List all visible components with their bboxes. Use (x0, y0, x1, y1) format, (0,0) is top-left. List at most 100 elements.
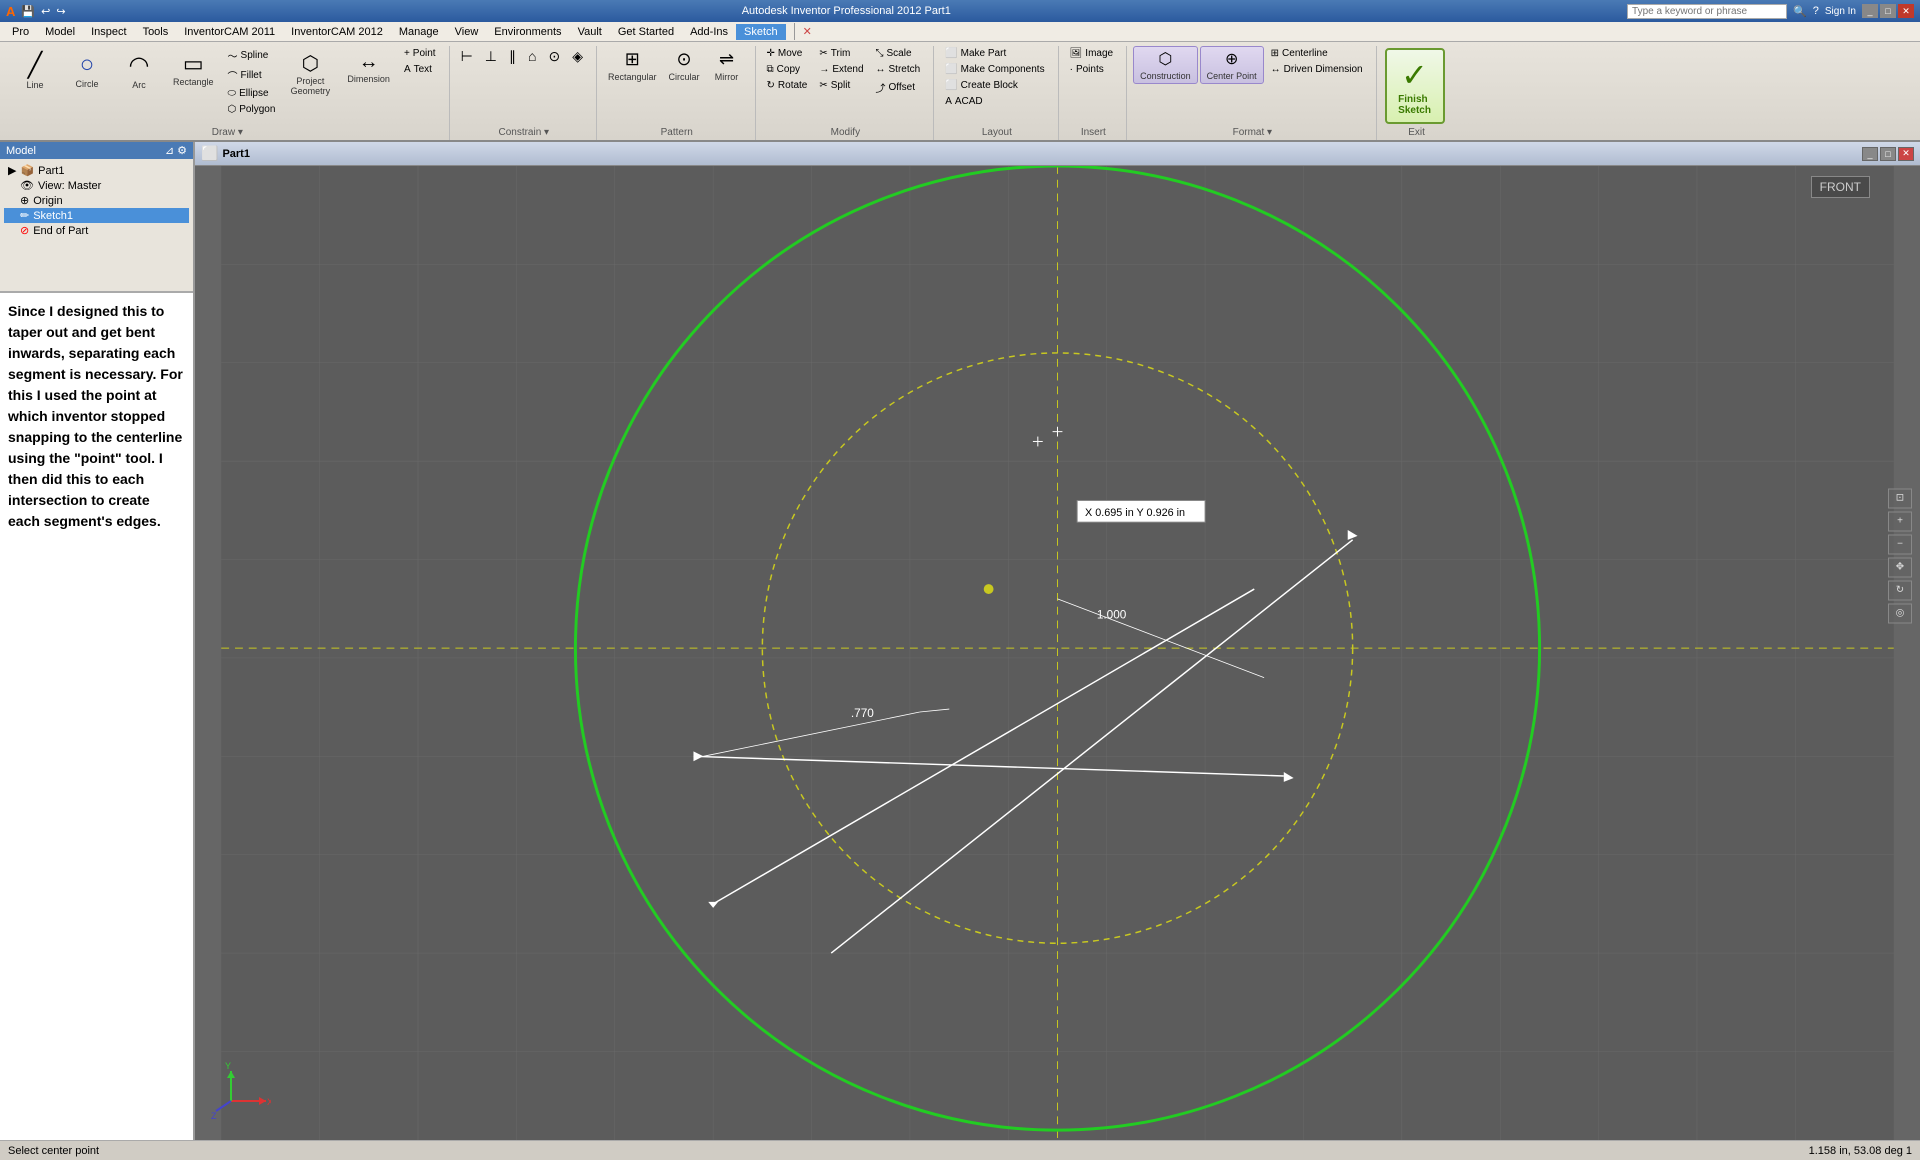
model-filter-icon[interactable]: ⊿ (165, 144, 174, 157)
menu-inventorcam2012[interactable]: InventorCAM 2012 (283, 24, 391, 40)
menu-inventorcam2011[interactable]: InventorCAM 2011 (176, 24, 283, 40)
exit-group-label: Exit (1379, 127, 1455, 138)
make-part-btn[interactable]: ⬜ Make Part (940, 46, 1049, 61)
offset-btn[interactable]: ⤴ Offset (871, 78, 926, 97)
constrain-group-label: Constrain ▾ (452, 127, 596, 138)
menu-get-started[interactable]: Get Started (610, 24, 682, 40)
polygon-label: Polygon (239, 104, 275, 115)
menu-inspect[interactable]: Inspect (83, 24, 134, 40)
extend-btn[interactable]: → Extend (814, 62, 868, 77)
acad-icon: A (945, 96, 952, 107)
menu-tools[interactable]: Tools (135, 24, 177, 40)
maximize-btn[interactable]: □ (1880, 4, 1896, 18)
statusbar: Select center point 1.158 in, 53.08 deg … (0, 1140, 1920, 1160)
menu-sketch[interactable]: Sketch (736, 24, 786, 40)
spline-btn[interactable]: 〜 Spline (223, 46, 281, 65)
polygon-btn[interactable]: ⬡ Polygon (223, 102, 281, 117)
canvas-area[interactable]: X 0.695 in Y 0.926 in .770 1.000 FRONT ⊡… (195, 166, 1920, 1140)
ribbon-group-pattern: ⊞ Rectangular ⊙ Circular ⇌ Mirror Patter… (599, 46, 756, 140)
zoom-out-btn[interactable]: − (1888, 534, 1912, 554)
ribbon-group-modify: ✛ Move ⧉ Copy ↻ Rotate ✂ Trim (758, 46, 935, 140)
circular-btn[interactable]: ⊙ Circular (664, 46, 705, 85)
acad-label: ACAD (955, 96, 983, 107)
create-block-btn[interactable]: ⬜ Create Block (940, 78, 1049, 93)
mirror-btn[interactable]: ⇌ Mirror (707, 46, 747, 85)
help-icon[interactable]: ? (1813, 5, 1819, 17)
make-components-btn[interactable]: ⬜ Make Components (940, 62, 1049, 77)
zoom-extent-btn[interactable]: ⊡ (1888, 488, 1912, 508)
viewport-max-btn[interactable]: □ (1880, 147, 1896, 161)
line-btn[interactable]: ╱ Line (10, 46, 60, 95)
menu-add-ins[interactable]: Add-Ins (682, 24, 736, 40)
scale-btn[interactable]: ⤡ Scale (871, 46, 926, 61)
menu-exit[interactable]: ✕ (794, 23, 820, 40)
rectangle-btn[interactable]: ▭ Rectangle (166, 46, 221, 92)
rotate-btn[interactable]: ↻ Rotate (762, 78, 813, 93)
stretch-btn[interactable]: ↔ Stretch (871, 62, 926, 77)
copy-btn[interactable]: ⧉ Copy (762, 62, 813, 77)
image-btn[interactable]: 🖼 Image (1065, 46, 1119, 61)
signin-btn[interactable]: Sign In (1825, 6, 1856, 17)
ribbon-group-constrain: ⊢ ⊥ ∥ ⌂ ⊙ ◈ Constrain ▾ (452, 46, 597, 140)
tree-item-part1[interactable]: ▶ 📦 Part1 (4, 163, 189, 178)
constrain-btn5[interactable]: ⊙ (543, 46, 565, 67)
model-settings-icon[interactable]: ⚙ (177, 144, 187, 157)
modify-col2: ✂ Trim → Extend ✂ Split (814, 46, 868, 93)
circle-btn[interactable]: ○ Circle (62, 46, 112, 94)
viewport-close-btn[interactable]: ✕ (1898, 147, 1914, 161)
close-btn[interactable]: ✕ (1898, 4, 1914, 18)
tree-item-view-master[interactable]: 👁 View: Master (4, 178, 189, 193)
menu-manage[interactable]: Manage (391, 24, 447, 40)
trim-icon: ✂ (819, 48, 827, 59)
ellipse-btn[interactable]: ⬭ Ellipse (223, 86, 281, 101)
undo-icon[interactable]: ↩ (41, 5, 50, 18)
orbit-btn[interactable]: ↻ (1888, 580, 1912, 600)
copy-icon: ⧉ (767, 64, 774, 75)
menu-view[interactable]: View (447, 24, 487, 40)
menu-vault[interactable]: Vault (570, 24, 610, 40)
search-icon[interactable]: 🔍 (1793, 5, 1807, 18)
dimension-btn[interactable]: ↔ Dimension (340, 46, 397, 89)
menu-pro[interactable]: Pro (4, 24, 37, 40)
project-geometry-btn[interactable]: ⬡ ProjectGeometry (282, 46, 338, 101)
tree-item-sketch1[interactable]: ✏ Sketch1 (4, 208, 189, 223)
points-btn[interactable]: · Points (1065, 62, 1119, 77)
extend-label: Extend (832, 64, 863, 75)
constrain-btn1[interactable]: ⊢ (456, 46, 478, 67)
move-btn[interactable]: ✛ Move (762, 46, 813, 61)
circular-icon: ⊙ (676, 49, 691, 70)
construction-btn[interactable]: ⬡ Construction (1133, 46, 1198, 84)
split-btn[interactable]: ✂ Split (814, 78, 868, 93)
fillet-btn[interactable]: ⌒ Fillet (223, 66, 281, 85)
constrain-btn3[interactable]: ∥ (504, 46, 521, 67)
pan-btn[interactable]: ✥ (1888, 557, 1912, 577)
tree-item-origin[interactable]: ⊕ Origin (4, 193, 189, 208)
layout-cols: ⬜ Make Part ⬜ Make Components ⬜ Create B… (940, 46, 1049, 109)
point-btn[interactable]: + Point (399, 46, 441, 61)
centerline-btn[interactable]: ⊞ Centerline (1266, 46, 1368, 61)
finish-sketch-btn[interactable]: ✓ FinishSketch (1385, 48, 1445, 124)
constrain-btn6[interactable]: ◈ (567, 46, 588, 67)
look-btn[interactable]: ◎ (1888, 603, 1912, 623)
menu-model[interactable]: Model (37, 24, 83, 40)
driven-dimension-btn[interactable]: ↔ Driven Dimension (1266, 62, 1368, 77)
search-input[interactable] (1627, 4, 1787, 19)
constrain-btn2[interactable]: ⊥ (480, 46, 502, 67)
minimize-btn[interactable]: _ (1862, 4, 1878, 18)
quick-save-icon[interactable]: 💾 (21, 5, 35, 18)
rotate-label: Rotate (778, 80, 807, 91)
acad-btn[interactable]: A ACAD (940, 94, 1049, 109)
arc-btn[interactable]: ◠ Arc (114, 46, 164, 95)
zoom-in-btn[interactable]: + (1888, 511, 1912, 531)
viewport-titlebar: ⬜ Part1 _ □ ✕ (195, 142, 1920, 166)
tree-item-end-of-part[interactable]: ⊘ End of Part (4, 223, 189, 238)
trim-btn[interactable]: ✂ Trim (814, 46, 868, 61)
viewport-min-btn[interactable]: _ (1862, 147, 1878, 161)
move-icon: ✛ (767, 48, 775, 59)
rectangular-btn[interactable]: ⊞ Rectangular (603, 46, 662, 85)
constrain-btn4[interactable]: ⌂ (523, 46, 541, 66)
center-point-btn[interactable]: ⊕ Center Point (1200, 46, 1264, 84)
redo-icon[interactable]: ↪ (56, 5, 65, 18)
text-btn[interactable]: A Text (399, 62, 441, 77)
menu-environments[interactable]: Environments (486, 24, 569, 40)
